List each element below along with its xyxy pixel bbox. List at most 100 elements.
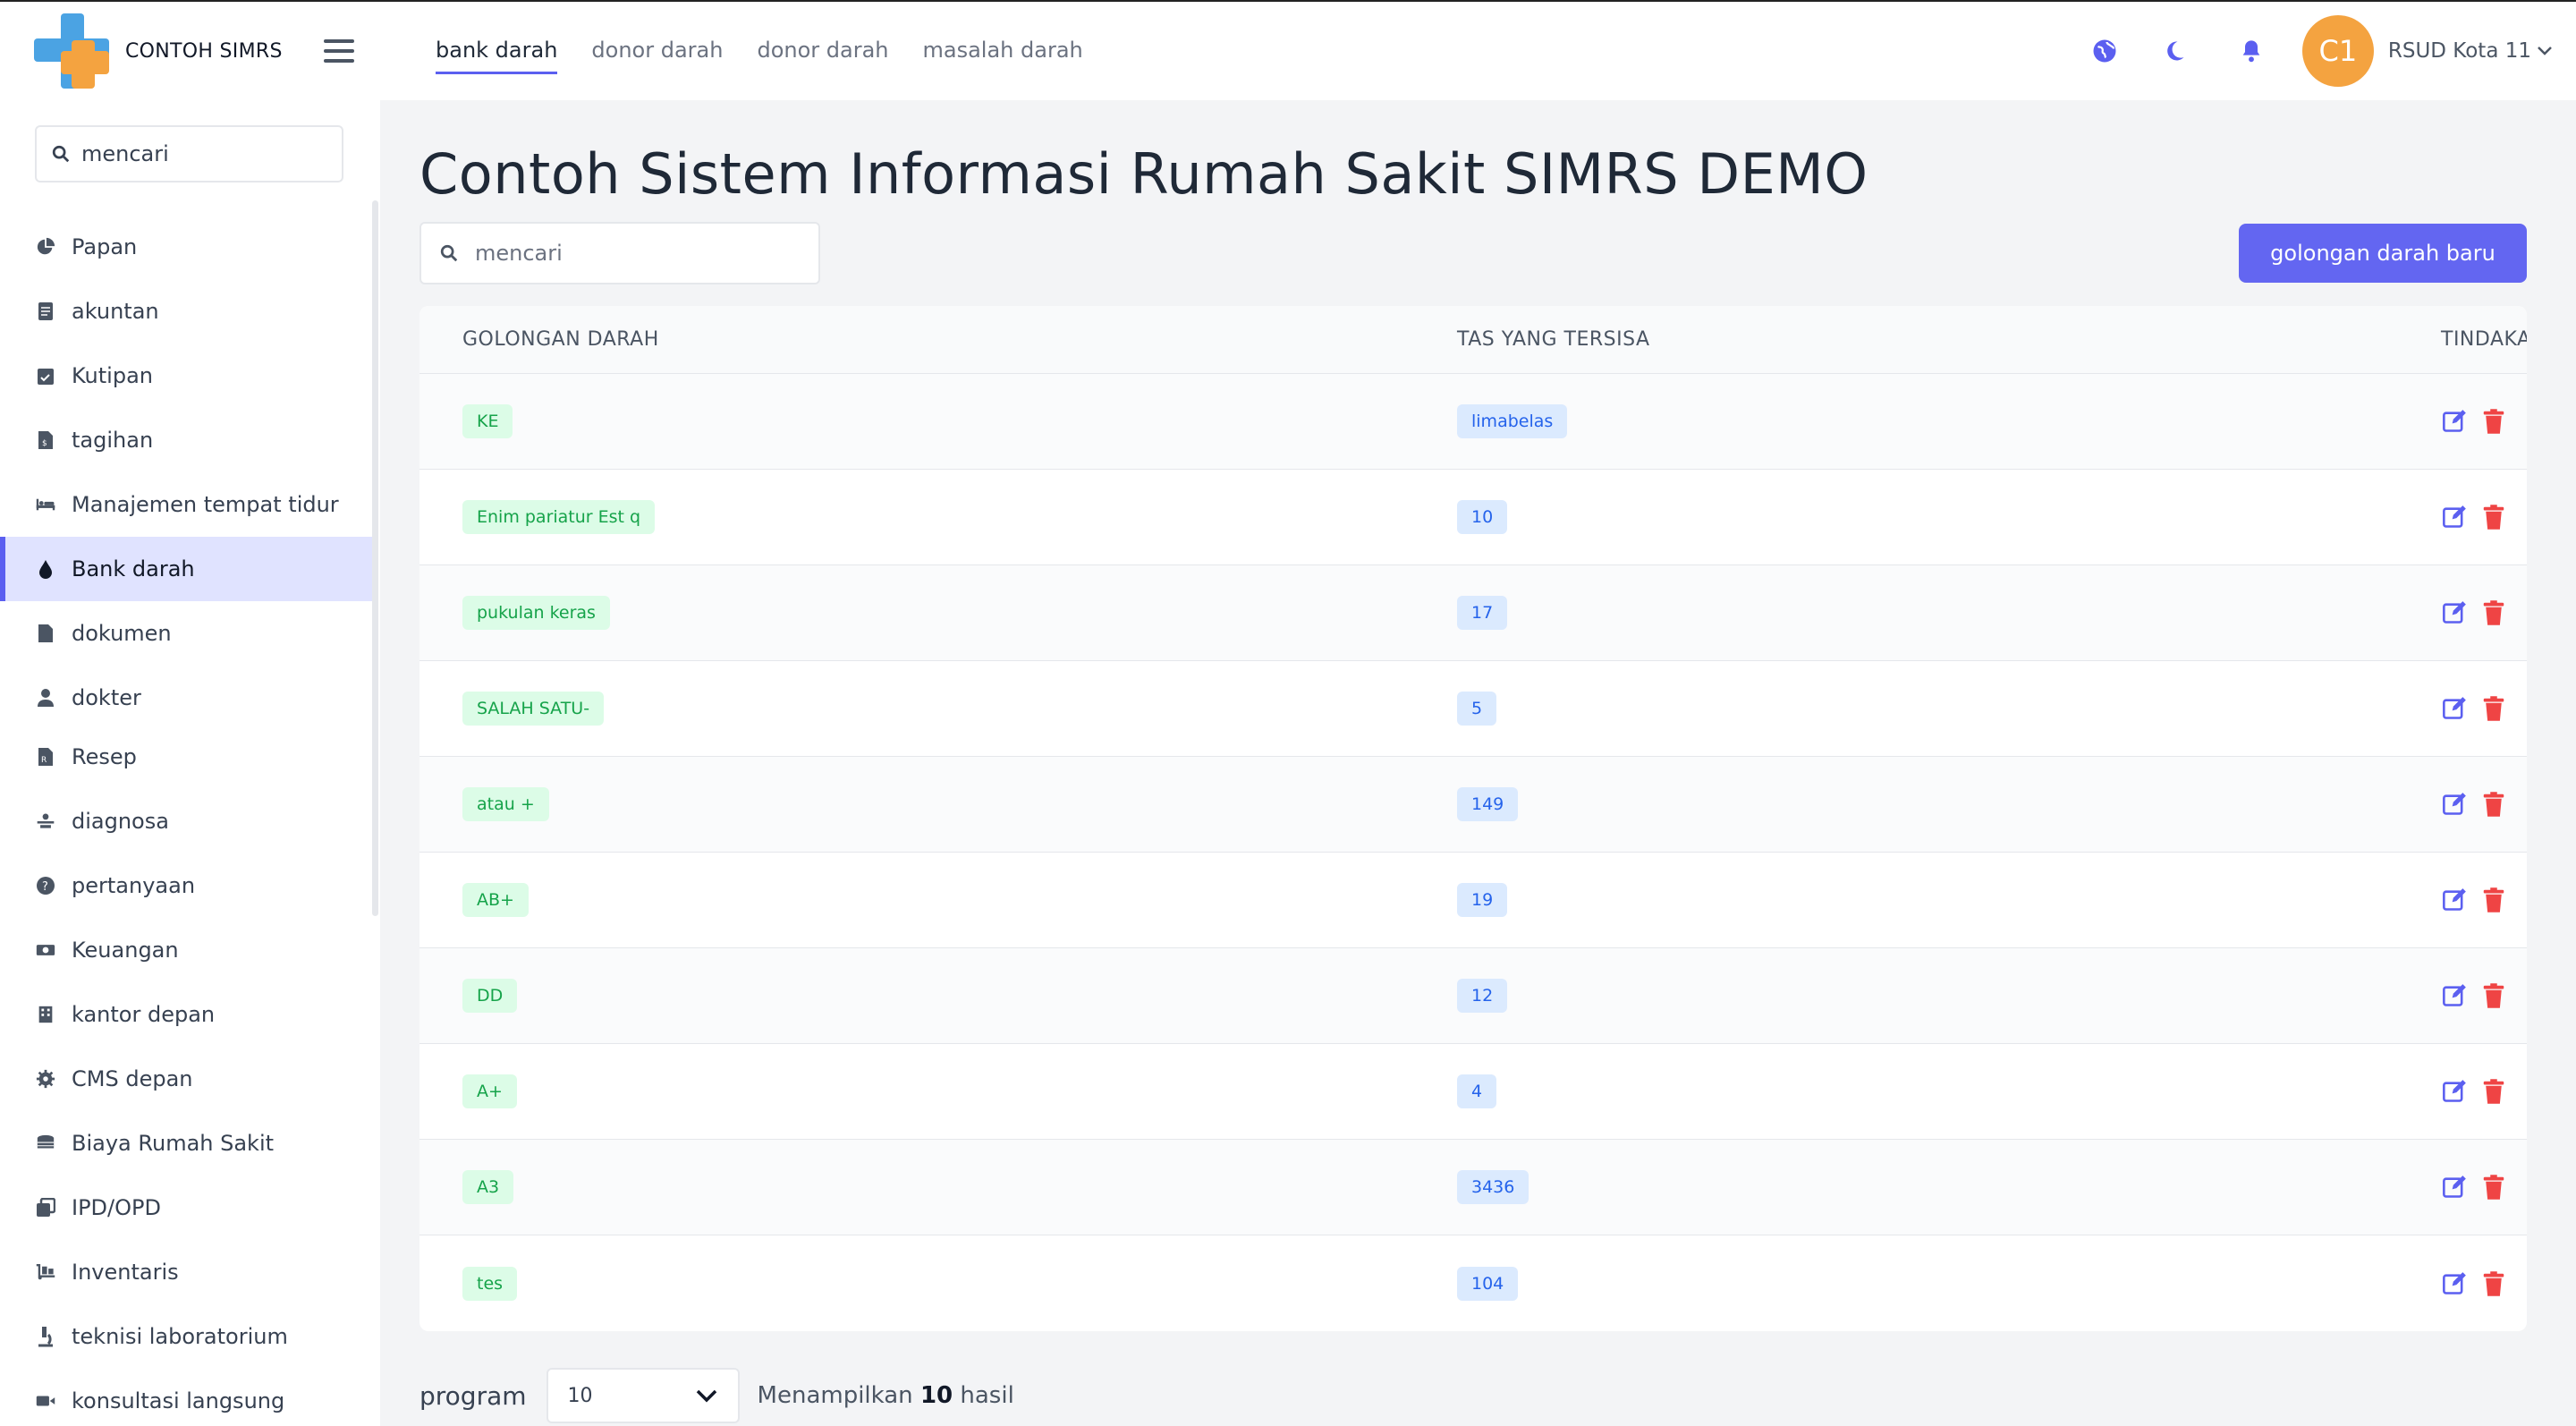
- results-info: Menampilkan 10 hasil: [757, 1382, 1014, 1409]
- sidebar-item-kantor-depan[interactable]: kantor depan: [0, 982, 372, 1047]
- calendar-check-icon: [36, 366, 55, 386]
- pagination: program 10 Menampilkan 10 hasil: [419, 1368, 1014, 1423]
- sidebar-item-manajemen-tempat-tidur[interactable]: Manajemen tempat tidur: [0, 472, 372, 537]
- bed-icon: [36, 495, 55, 514]
- row-actions: [2441, 887, 2507, 913]
- header-blood-group: GOLONGAN DARAH: [462, 328, 659, 351]
- sidebar-item-cms-depan[interactable]: CMS depan: [0, 1047, 372, 1111]
- table-row: tes 104: [419, 1235, 2527, 1331]
- remaining-bags-badge: 149: [1457, 787, 1519, 821]
- sidebar-item-resep[interactable]: R Resep: [0, 725, 372, 789]
- edit-icon[interactable]: [2441, 887, 2468, 913]
- moon-icon[interactable]: [2159, 36, 2190, 66]
- remaining-bags-badge: 5: [1457, 692, 1497, 726]
- topnav-masalah-darah[interactable]: masalah darah: [923, 29, 1083, 74]
- trash-icon[interactable]: [2480, 408, 2507, 435]
- main-search: [419, 222, 820, 284]
- sidebar-item-akuntan[interactable]: akuntan: [0, 279, 372, 344]
- header-actions: TINDAKAN: [2441, 328, 2527, 351]
- table-row: A3 3436: [419, 1140, 2527, 1235]
- table-row: pukulan keras 17: [419, 565, 2527, 661]
- per-page-value: 10: [567, 1384, 593, 1407]
- row-actions: [2441, 599, 2507, 626]
- brand: CONTOH SIMRS: [0, 13, 380, 89]
- main-search-input[interactable]: [475, 241, 815, 266]
- sidebar-item-ipd-opd[interactable]: IPD/OPD: [0, 1176, 372, 1240]
- blood-group-badge: KE: [462, 404, 513, 438]
- money-icon: [36, 940, 55, 960]
- blood-group-badge: A3: [462, 1170, 514, 1204]
- prescription-icon: R: [36, 747, 55, 767]
- trash-icon[interactable]: [2480, 1078, 2507, 1105]
- edit-icon[interactable]: [2441, 1174, 2468, 1201]
- invoice-icon: $: [36, 430, 55, 450]
- search-icon: [52, 145, 70, 163]
- user-menu[interactable]: RSUD Kota 11: [2388, 39, 2553, 63]
- sidebar-search-input[interactable]: [81, 141, 323, 166]
- remaining-bags-badge: 10: [1457, 500, 1508, 534]
- sidebar-item-keuangan[interactable]: Keuangan: [0, 918, 372, 982]
- sidebar-item-label: Keuangan: [72, 938, 179, 963]
- trash-icon[interactable]: [2480, 599, 2507, 626]
- diagnosis-icon: [36, 811, 55, 831]
- sidebar-item-inventaris[interactable]: Inventaris: [0, 1240, 372, 1304]
- blood-group-badge: AB+: [462, 883, 529, 917]
- sidebar-item-diagnosa[interactable]: diagnosa: [0, 789, 372, 853]
- sidebar-item-label: Resep: [72, 744, 137, 769]
- sidebar-item-label: akuntan: [72, 299, 159, 324]
- edit-icon[interactable]: [2441, 504, 2468, 531]
- row-actions: [2441, 408, 2507, 435]
- sidebar-item-teknisi-laboratorium[interactable]: teknisi laboratorium: [0, 1304, 372, 1369]
- table-row: KE limabelas: [419, 374, 2527, 470]
- trash-icon[interactable]: [2480, 791, 2507, 818]
- table-body: KE limabelas Enim pariatur Est q 10 pukulan …: [419, 374, 2527, 1331]
- sidebar-item-biaya-rumah-sakit[interactable]: Biaya Rumah Sakit: [0, 1111, 372, 1176]
- edit-icon[interactable]: [2441, 791, 2468, 818]
- sidebar-item-dokumen[interactable]: dokumen: [0, 601, 372, 666]
- edit-icon[interactable]: [2441, 1270, 2468, 1297]
- topnav-bank-darah[interactable]: bank darah: [436, 29, 558, 74]
- coins-icon: [36, 1133, 55, 1153]
- edit-icon[interactable]: [2441, 982, 2468, 1009]
- sidebar-item-bank-darah[interactable]: Bank darah: [0, 537, 372, 601]
- per-page-select[interactable]: 10: [546, 1368, 740, 1423]
- blood-group-badge: atau +: [462, 787, 549, 821]
- trash-icon[interactable]: [2480, 1174, 2507, 1201]
- sidebar-item-konsultasi-langsung[interactable]: konsultasi langsung: [0, 1369, 372, 1426]
- sidebar-item-dokter[interactable]: dokter: [0, 666, 372, 730]
- sidebar-item-label: CMS depan: [72, 1066, 193, 1091]
- row-actions: [2441, 695, 2507, 722]
- trash-icon[interactable]: [2480, 887, 2507, 913]
- trash-icon[interactable]: [2480, 982, 2507, 1009]
- trash-icon[interactable]: [2480, 695, 2507, 722]
- chart-pie-icon: [36, 237, 55, 257]
- edit-icon[interactable]: [2441, 408, 2468, 435]
- edit-icon[interactable]: [2441, 599, 2468, 626]
- video-icon: [36, 1391, 55, 1411]
- trash-icon[interactable]: [2480, 1270, 2507, 1297]
- avatar[interactable]: C1: [2301, 15, 2374, 87]
- sidebar-item-kutipan[interactable]: Kutipan: [0, 344, 372, 408]
- sidebar-scrollbar[interactable]: [372, 200, 378, 916]
- hamburger-menu-icon[interactable]: [323, 39, 354, 63]
- new-blood-group-button[interactable]: golongan darah baru: [2239, 224, 2527, 283]
- sidebar-item-label: konsultasi langsung: [72, 1388, 285, 1413]
- sidebar-item-label: Manajemen tempat tidur: [72, 492, 339, 517]
- sidebar-item-tagihan[interactable]: $ tagihan: [0, 408, 372, 472]
- row-actions: [2441, 791, 2507, 818]
- topnav-donor-darah-2[interactable]: donor darah: [757, 29, 888, 74]
- main-content: Contoh Sistem Informasi Rumah Sakit SIMR…: [380, 100, 2576, 1426]
- remaining-bags-badge: 19: [1457, 883, 1508, 917]
- sidebar-item-label: Papan: [72, 234, 138, 259]
- trash-icon[interactable]: [2480, 504, 2507, 531]
- topnav-donor-darah[interactable]: donor darah: [591, 29, 723, 74]
- edit-icon[interactable]: [2441, 695, 2468, 722]
- edit-icon[interactable]: [2441, 1078, 2468, 1105]
- bell-icon[interactable]: [2236, 36, 2267, 66]
- globe-icon[interactable]: [2089, 36, 2120, 66]
- table-row: Enim pariatur Est q 10: [419, 470, 2527, 565]
- sidebar-item-pertanyaan[interactable]: ? pertanyaan: [0, 853, 372, 918]
- sidebar-item-papan[interactable]: Papan: [0, 215, 372, 279]
- logo[interactable]: [34, 13, 109, 89]
- sidebar-item-label: dokter: [72, 685, 141, 710]
